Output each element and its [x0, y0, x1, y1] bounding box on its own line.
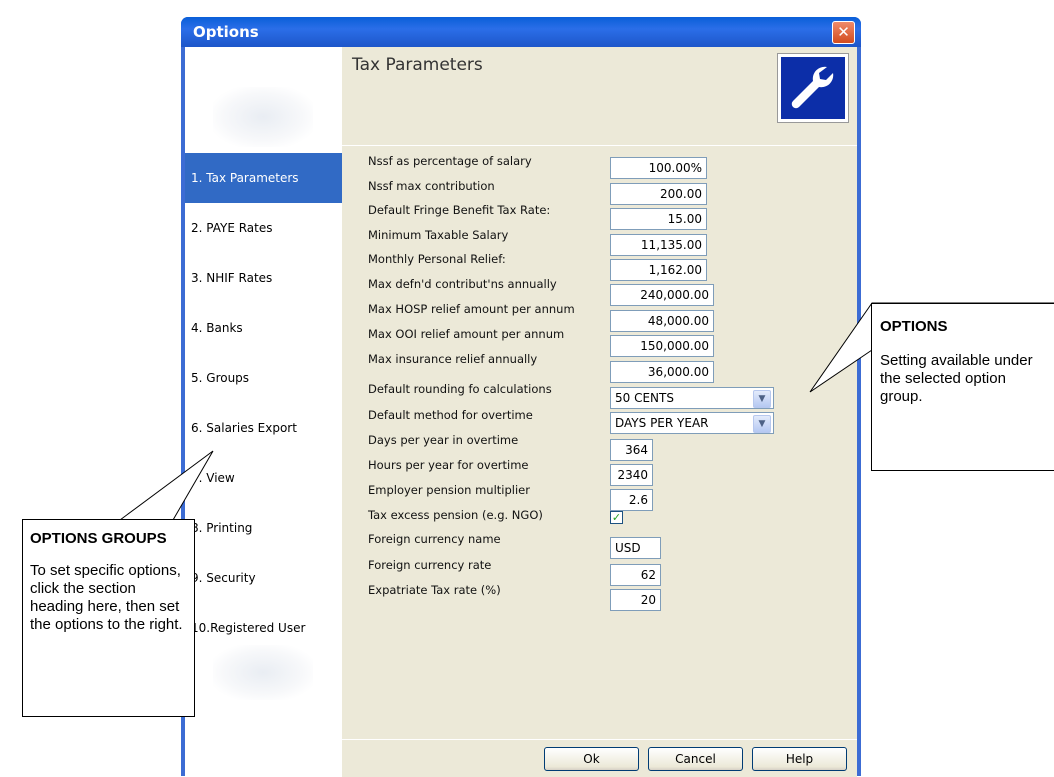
- option-groups-callout-text: To set specific options, click the secti…: [30, 562, 183, 633]
- option-groups-callout: OPTIONS GROUPS To set specific options, …: [22, 519, 195, 717]
- option-groups-callout-title: OPTIONS GROUPS: [30, 530, 167, 547]
- options-callout-text: Setting available under the selected opt…: [880, 352, 1033, 405]
- options-callout: OPTIONS Setting available under the sele…: [871, 303, 1054, 471]
- options-callout-title: OPTIONS: [880, 318, 948, 335]
